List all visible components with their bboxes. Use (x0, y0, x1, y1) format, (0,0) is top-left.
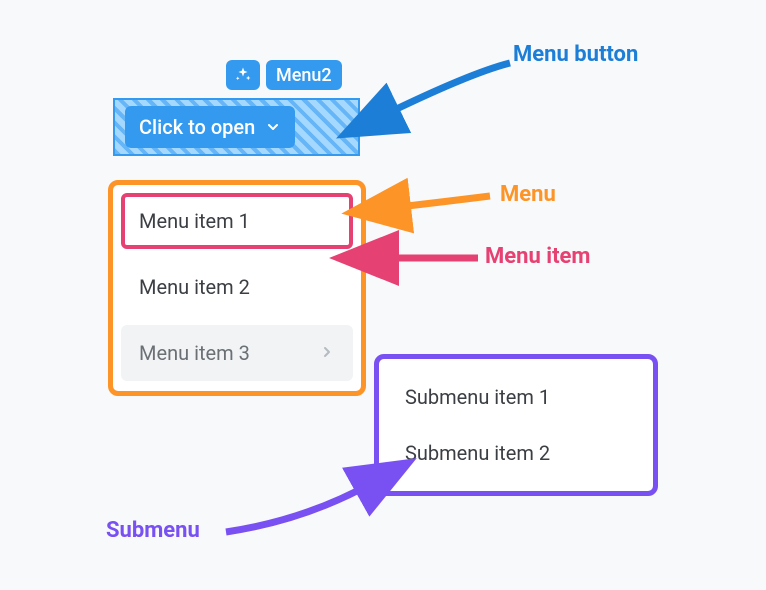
callout-menu-item: Menu item (485, 244, 590, 269)
arrow-menu (372, 188, 502, 228)
menu-item[interactable]: Menu item 1 (121, 193, 353, 249)
chevron-right-icon (319, 341, 335, 365)
tag-badge: Menu2 (266, 60, 342, 90)
submenu-item[interactable]: Submenu item 2 (387, 425, 645, 481)
arrow-menu-item (360, 246, 490, 276)
submenu-item[interactable]: Submenu item 1 (387, 369, 645, 425)
arrow-menu-button (360, 55, 520, 145)
arrow-submenu (216, 470, 396, 550)
submenu-item-label: Submenu item 2 (405, 441, 550, 465)
menu-button-highlight: Click to open (113, 98, 360, 156)
callout-submenu: Submenu (106, 518, 200, 543)
sparkle-icon (226, 60, 260, 90)
tag-row: Menu2 (226, 60, 342, 90)
menu-item[interactable]: Menu item 2 (121, 259, 353, 315)
chevron-down-icon (265, 119, 281, 135)
callout-menu: Menu (500, 182, 556, 207)
menu-button-label: Click to open (139, 115, 255, 139)
diagram-stage: Menu2 Click to open Menu item 1 Menu ite… (0, 0, 766, 590)
menu-item[interactable]: Menu item 3 (121, 325, 353, 381)
menu-item-label: Menu item 1 (139, 209, 250, 233)
menu-item-label: Menu item 3 (139, 341, 250, 365)
submenu-item-label: Submenu item 1 (405, 385, 550, 409)
menu-button[interactable]: Click to open (125, 106, 295, 148)
menu: Menu item 1 Menu item 2 Menu item 3 (108, 180, 366, 396)
submenu: Submenu item 1 Submenu item 2 (374, 354, 658, 496)
callout-menu-button: Menu button (513, 42, 638, 67)
menu-item-label: Menu item 2 (139, 275, 250, 299)
